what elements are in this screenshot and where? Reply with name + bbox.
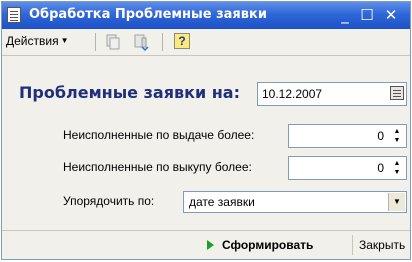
button-separator bbox=[352, 235, 353, 255]
chevron-down-icon[interactable]: ▼ bbox=[388, 193, 405, 211]
maximize-button[interactable]: ☐ bbox=[358, 6, 376, 24]
date-value: 10.12.2007 bbox=[262, 87, 323, 101]
window-title: Обработка Проблемные заявки bbox=[29, 7, 267, 22]
unfulfilled-issue-value: 0 bbox=[377, 129, 384, 143]
close-button[interactable]: Закрыть bbox=[359, 238, 405, 252]
paste-icon[interactable] bbox=[132, 33, 150, 51]
spin-down-icon[interactable]: ▼ bbox=[390, 136, 404, 145]
unfulfilled-issue-label: Неисполненные по выдаче более: bbox=[63, 128, 255, 142]
actions-label: Действия bbox=[6, 34, 59, 48]
generate-button[interactable]: Сформировать bbox=[207, 238, 313, 256]
document-icon bbox=[7, 7, 21, 23]
toolbar-separator bbox=[95, 33, 96, 51]
toolbar-separator bbox=[162, 33, 163, 51]
unfulfilled-buyout-label: Неисполненные по выкупу более: bbox=[63, 160, 252, 174]
generate-label: Сформировать bbox=[222, 238, 314, 252]
unfulfilled-buyout-value: 0 bbox=[377, 161, 384, 175]
actions-menu[interactable]: Действия ▼ bbox=[6, 34, 69, 48]
sort-by-value: дате заявки bbox=[189, 195, 255, 209]
spin-up-icon[interactable]: ▲ bbox=[390, 127, 404, 136]
chevron-down-icon: ▼ bbox=[60, 36, 69, 45]
play-icon bbox=[207, 240, 214, 250]
spin-down-icon[interactable]: ▼ bbox=[390, 168, 404, 177]
minimize-button[interactable]: _ bbox=[336, 6, 354, 24]
sort-by-select[interactable]: дате заявки ▼ bbox=[183, 191, 407, 213]
number-stepper[interactable]: ▲ ▼ bbox=[390, 127, 404, 145]
close-window-button[interactable]: ✕ bbox=[382, 6, 400, 24]
processing-window: Обработка Проблемные заявки _ ☐ ✕ Действ… bbox=[1, 1, 411, 260]
copy-icon[interactable] bbox=[104, 33, 122, 51]
spin-up-icon[interactable]: ▲ bbox=[390, 159, 404, 168]
title-bar: Обработка Проблемные заявки _ ☐ ✕ bbox=[2, 2, 410, 29]
toolbar: Действия ▼ ? bbox=[2, 29, 410, 56]
sort-by-label: Упорядочить по: bbox=[63, 194, 155, 208]
date-field[interactable]: 10.12.2007 bbox=[257, 82, 407, 106]
unfulfilled-buyout-field[interactable]: 0 ▲ ▼ bbox=[288, 156, 407, 180]
unfulfilled-issue-field[interactable]: 0 ▲ ▼ bbox=[288, 124, 407, 148]
footer-divider bbox=[2, 230, 410, 231]
help-icon[interactable]: ? bbox=[174, 33, 190, 49]
calendar-icon[interactable] bbox=[390, 86, 404, 100]
page-title: Проблемные заявки на: bbox=[19, 83, 240, 102]
number-stepper[interactable]: ▲ ▼ bbox=[390, 159, 404, 177]
